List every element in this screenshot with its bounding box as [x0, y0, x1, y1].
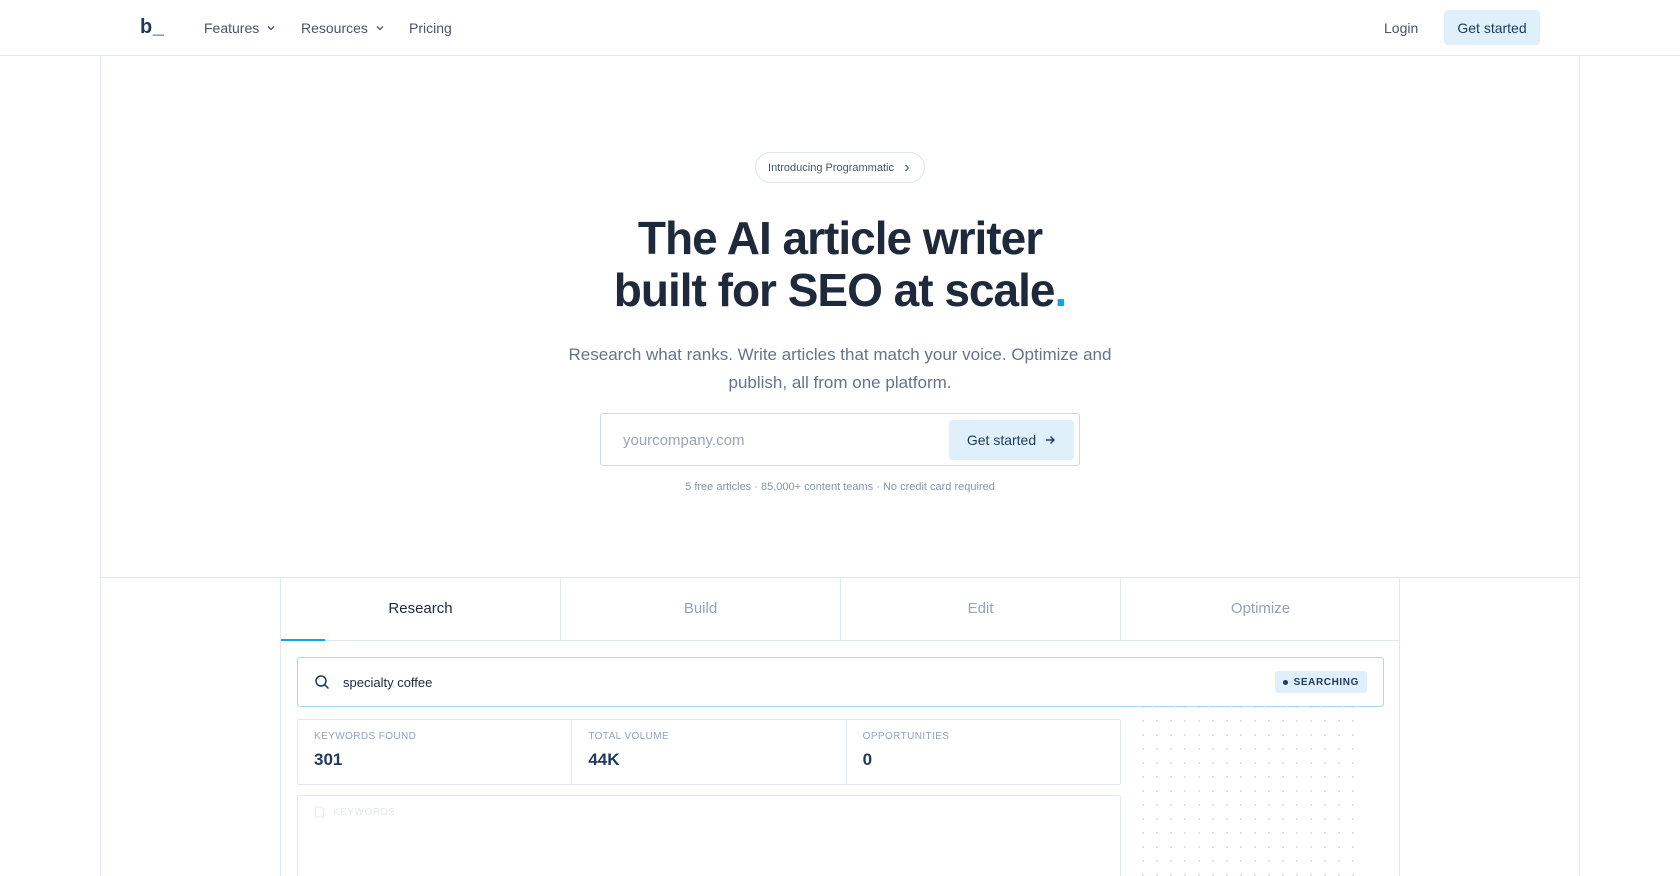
frame-divider-right [1579, 56, 1580, 876]
chevron-down-icon [376, 26, 384, 31]
tab-research-label: Research [388, 600, 453, 617]
title-line-1: The AI article writer [637, 212, 1043, 264]
signup-form: Get started [600, 413, 1080, 466]
stat-value: 301 [314, 750, 343, 769]
chevron-down-icon [267, 26, 275, 31]
keyword-search-bar[interactable]: specialty coffee SEARCHING [297, 657, 1384, 707]
keywords-header-label: KEYWORDS [333, 806, 396, 818]
search-icon [315, 675, 330, 690]
nav-features-label: Features [204, 20, 260, 36]
stat-label: OPPORTUNITIES [862, 731, 950, 742]
arrow-right-icon [1046, 436, 1056, 444]
tab-optimize-label: Optimize [1230, 600, 1291, 617]
hero-subtitle: Research what ranks. Write articles that… [540, 341, 1140, 397]
announcement-pill[interactable]: Introducing Programmatic [755, 152, 925, 183]
demo-tabs: Research Build Edit Optimize [281, 577, 1400, 641]
tab-build-label: Build [683, 600, 718, 617]
domain-input[interactable] [611, 422, 911, 458]
stat-label: TOTAL VOLUME [588, 731, 670, 742]
keywords-list: KEYWORDS [297, 795, 1121, 876]
tab-edit[interactable]: Edit [841, 577, 1121, 640]
stat-value: 44K [588, 750, 620, 769]
stat-total-volume: TOTAL VOLUME 44K [572, 720, 847, 784]
login-link[interactable]: Login [1384, 20, 1418, 36]
chevron-right-icon [905, 164, 910, 171]
stat-opportunities: OPPORTUNITIES 0 [847, 720, 1120, 784]
stat-label: KEYWORDS FOUND [314, 731, 417, 742]
tab-research[interactable]: Research [281, 577, 561, 641]
get-started-button[interactable]: Get started [1444, 10, 1540, 45]
top-nav: b_ Features Resources Pricing Login Get … [0, 0, 1680, 56]
search-query: specialty coffee [343, 675, 433, 690]
nav-pricing[interactable]: Pricing [409, 20, 452, 36]
frame-divider-left [100, 56, 101, 876]
stats-row: KEYWORDS FOUND 301 TOTAL VOLUME 44K OPPO… [297, 719, 1121, 785]
page-title: The AI article writer built for SEO at s… [540, 212, 1140, 316]
active-tab-indicator [281, 639, 325, 641]
form-cta-label: Get started [966, 432, 1037, 448]
form-get-started-button[interactable]: Get started [949, 420, 1074, 460]
fine-print: 5 free articles · 85,000+ content teams … [685, 481, 995, 493]
tab-edit-label: Edit [967, 600, 994, 617]
logo[interactable]: b_ [140, 16, 164, 39]
tab-build[interactable]: Build [561, 577, 841, 640]
title-line-2: built for SEO at scale. [613, 264, 1067, 316]
status-text: SEARCHING [1293, 676, 1359, 688]
document-icon [315, 806, 324, 818]
subtitle-line-2: publish, all from one platform. [728, 373, 952, 392]
tab-optimize[interactable]: Optimize [1121, 577, 1400, 640]
nav-resources[interactable]: Resources [301, 20, 386, 36]
nav-resources-label: Resources [301, 20, 368, 36]
announcement-text: Introducing Programmatic [768, 161, 894, 174]
accent-dot: . [1054, 264, 1067, 316]
nav-features[interactable]: Features [204, 20, 277, 36]
stat-value: 0 [862, 750, 873, 769]
status-dot-icon [1282, 679, 1288, 685]
subtitle-line-1: Research what ranks. Write articles that… [568, 345, 1112, 364]
status-badge: SEARCHING [1274, 671, 1367, 693]
keywords-header: KEYWORDS [314, 806, 395, 818]
demo-panel: Research Build Edit Optimize specialty c… [280, 577, 1400, 876]
stat-keywords-found: KEYWORDS FOUND 301 [298, 720, 573, 784]
